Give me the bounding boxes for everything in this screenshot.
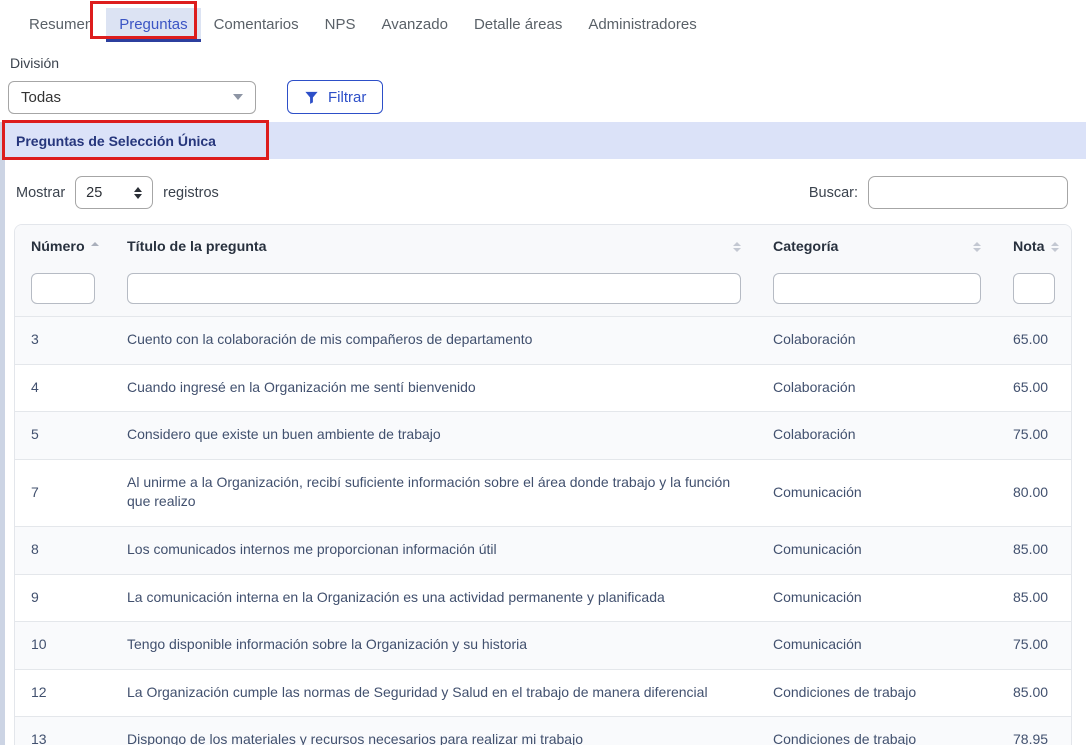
cell-nota: 65.00 [997,317,1071,365]
filter-input-nota[interactable] [1013,273,1055,304]
section-title: Preguntas de Selección Única [16,133,216,149]
cell-numero: 12 [15,669,111,717]
cell-numero: 3 [15,317,111,365]
cell-categoria: Colaboración [757,317,997,365]
cell-numero: 9 [15,574,111,622]
division-select-value: Todas [21,89,61,106]
column-filter-row [15,269,1071,317]
filter-button[interactable]: Filtrar [287,80,383,114]
filter-funnel-icon [304,90,319,105]
column-header-nota[interactable]: Nota [997,225,1071,269]
filter-area: División Todas Filtrar [0,42,1086,114]
cell-categoria: Comunicación [757,574,997,622]
cell-titulo: Al unirme a la Organización, recibí sufi… [111,459,757,526]
cell-nota: 85.00 [997,669,1071,717]
column-label: Categoría [773,239,838,255]
table-row: 8Los comunicados internos me proporciona… [15,526,1071,574]
filter-input-categoria[interactable] [773,273,981,304]
table-row: 3Cuento con la colaboración de mis compa… [15,317,1071,365]
table-row: 5Considero que existe un buen ambiente d… [15,412,1071,460]
search-label: Buscar: [809,185,858,201]
column-header-categoria[interactable]: Categoría [757,225,997,269]
division-label: División [10,55,1086,71]
page-size-value: 25 [86,185,102,201]
up-down-stepper-icon [134,187,142,199]
table-row: 4Cuando ingresé en la Organización me se… [15,364,1071,412]
cell-nota: 65.00 [997,364,1071,412]
cell-categoria: Comunicación [757,622,997,670]
division-select[interactable]: Todas [8,81,256,114]
cell-numero: 10 [15,622,111,670]
cell-nota: 78.95 [997,717,1071,745]
section-header: Preguntas de Selección Única [5,122,1086,159]
sort-arrows-icon [733,242,741,252]
cell-titulo: La Organización cumple las normas de Seg… [111,669,757,717]
cell-nota: 75.00 [997,622,1071,670]
cell-titulo: La comunicación interna en la Organizaci… [111,574,757,622]
column-label: Número [31,239,85,255]
table-header-row: Número Título de la pregunta Categoría Nota [15,225,1071,269]
cell-categoria: Comunicación [757,459,997,526]
tab-nps[interactable]: NPS [312,8,369,42]
page-size-select[interactable]: 25 [75,176,153,209]
filter-input-numero[interactable] [31,273,95,304]
show-label: Mostrar [16,185,65,201]
cell-titulo: Cuando ingresé en la Organización me sen… [111,364,757,412]
tab-detalle-areas[interactable]: Detalle áreas [461,8,575,42]
cell-categoria: Condiciones de trabajo [757,717,997,745]
column-header-numero[interactable]: Número [15,225,111,269]
sort-arrows-icon [91,242,99,252]
sort-arrows-icon [1051,242,1059,252]
cell-numero: 4 [15,364,111,412]
table-row: 7Al unirme a la Organización, recibí suf… [15,459,1071,526]
cell-categoria: Colaboración [757,412,997,460]
cell-nota: 85.00 [997,526,1071,574]
questions-table: Número Título de la pregunta Categoría Nota… [15,225,1071,745]
column-header-titulo[interactable]: Título de la pregunta [111,225,757,269]
filter-input-titulo[interactable] [127,273,741,304]
chevron-down-icon [233,94,243,100]
search-input[interactable] [868,176,1068,209]
questions-table-wrap: Número Título de la pregunta Categoría Nota… [14,224,1072,745]
cell-numero: 7 [15,459,111,526]
tab-resumen[interactable]: Resumen [16,8,106,42]
table-row: 10Tengo disponible información sobre la … [15,622,1071,670]
column-label: Título de la pregunta [127,239,267,255]
cell-titulo: Cuento con la colaboración de mis compañ… [111,317,757,365]
cell-categoria: Condiciones de trabajo [757,669,997,717]
tab-preguntas[interactable]: Preguntas [106,8,200,42]
cell-categoria: Comunicación [757,526,997,574]
table-row: 9La comunicación interna en la Organizac… [15,574,1071,622]
cell-titulo: Los comunicados internos me proporcionan… [111,526,757,574]
filter-button-label: Filtrar [328,89,366,106]
cell-numero: 8 [15,526,111,574]
tab-avanzado[interactable]: Avanzado [368,8,460,42]
column-label: Nota [1013,239,1045,255]
cell-titulo: Tengo disponible información sobre la Or… [111,622,757,670]
table-row: 12La Organización cumple las normas de S… [15,669,1071,717]
table-row: 13Dispongo de los materiales y recursos … [15,717,1071,745]
cell-numero: 5 [15,412,111,460]
cell-numero: 13 [15,717,111,745]
cell-categoria: Colaboración [757,364,997,412]
tab-bar: ResumenPreguntasComentariosNPSAvanzadoDe… [0,0,1086,42]
records-label: registros [163,185,219,201]
cell-nota: 80.00 [997,459,1071,526]
tab-administradores[interactable]: Administradores [575,8,709,42]
tab-comentarios[interactable]: Comentarios [201,8,312,42]
cell-titulo: Dispongo de los materiales y recursos ne… [111,717,757,745]
cell-nota: 75.00 [997,412,1071,460]
cell-nota: 85.00 [997,574,1071,622]
sort-arrows-icon [973,242,981,252]
cell-titulo: Considero que existe un buen ambiente de… [111,412,757,460]
questions-panel: Preguntas de Selección Única Mostrar 25 … [0,122,1086,745]
table-controls: Mostrar 25 registros Buscar: [16,176,1068,209]
